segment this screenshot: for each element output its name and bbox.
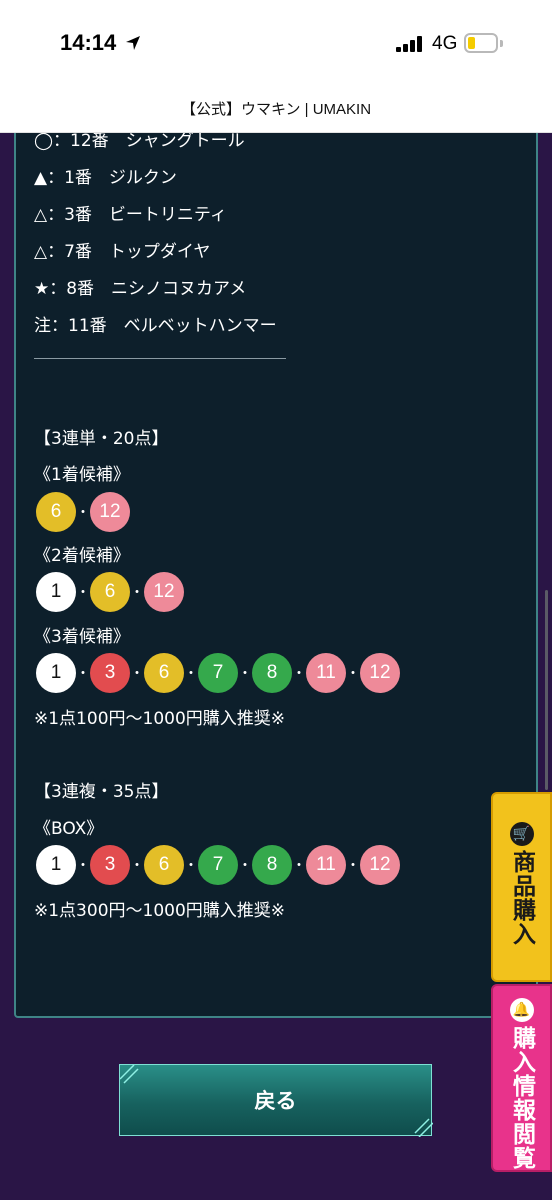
separator-dot: ・	[238, 666, 252, 682]
mark-line: ★：8番 ニシノコヌカアメ	[34, 279, 247, 299]
horse-number-ball: 12	[360, 845, 400, 885]
box-label: 《BOX》	[34, 819, 104, 839]
separator-dot: ・	[346, 858, 360, 874]
back-button[interactable]: 戻る	[119, 1064, 433, 1137]
horse-number-ball: 6	[144, 845, 184, 885]
scrollbar[interactable]	[545, 590, 548, 790]
horse-number-ball: 6	[90, 572, 130, 612]
buy-product-tab[interactable]: 🛒 商品購入	[491, 792, 552, 982]
mark-line: △：3番 ビートリニティ	[34, 205, 227, 225]
horse-number-ball: 3	[90, 845, 130, 885]
separator-dot: ・	[292, 666, 306, 682]
bell-icon: 🔔	[509, 998, 534, 1022]
location-arrow-icon	[126, 36, 140, 50]
network-type: 4G	[432, 33, 458, 54]
third-place-label: 《3着候補》	[34, 627, 130, 647]
mark-line: ▲：1番 ジルクン	[34, 168, 177, 188]
horse-number-ball: 1	[36, 653, 76, 693]
horse-number-ball: 12	[90, 492, 130, 532]
horse-number-ball: 11	[306, 653, 346, 693]
site-title: 【公式】ウマキン | UMAKIN	[180, 101, 372, 118]
trio-note: ※1点300円～1000円購入推奨※	[34, 901, 286, 921]
horse-number-ball: 1	[36, 845, 76, 885]
box-balls: 1 ・ 3 ・ 6 ・ 7 ・ 8 ・ 11 ・ 12	[36, 845, 400, 885]
status-bar: 14:14 4G	[0, 0, 552, 88]
separator-dot: ・	[130, 585, 144, 601]
separator-dot: ・	[76, 505, 90, 521]
mark-line: 注：11番 ベルベットハンマー	[34, 316, 277, 336]
third-place-balls: 1 ・ 3 ・ 6 ・ 7 ・ 8 ・ 11 ・ 12	[36, 653, 400, 693]
separator-dot: ・	[76, 858, 90, 874]
horse-number-ball: 7	[198, 653, 238, 693]
separator-dot: ・	[346, 666, 360, 682]
first-place-balls: 6 ・ 12	[36, 492, 130, 532]
horse-number-ball: 11	[306, 845, 346, 885]
separator-dot: ・	[130, 666, 144, 682]
separator-dot: ・	[292, 858, 306, 874]
buy-product-label: 商品購入	[508, 850, 536, 946]
separator-dot: ・	[76, 666, 90, 682]
trio-header: 【3連複・35点】	[34, 782, 169, 802]
separator-dot: ・	[130, 858, 144, 874]
horse-number-ball: 12	[360, 653, 400, 693]
first-place-label: 《1着候補》	[34, 465, 130, 485]
horse-number-ball: 3	[90, 653, 130, 693]
separator-dot: ・	[238, 858, 252, 874]
cart-icon: 🛒	[509, 822, 534, 846]
separator-dot: ・	[76, 585, 90, 601]
browser-title-bar: 【公式】ウマキン | UMAKIN	[0, 88, 552, 133]
separator-dot: ・	[184, 666, 198, 682]
separator-dot: ・	[184, 858, 198, 874]
battery-tip	[500, 40, 503, 47]
signal-icon	[396, 36, 422, 52]
purchase-info-tab[interactable]: 🔔 購入情報閲覧	[491, 984, 552, 1172]
clock: 14:14	[60, 30, 117, 55]
horse-number-ball: 12	[144, 572, 184, 612]
divider	[34, 358, 286, 359]
horse-number-ball: 6	[144, 653, 184, 693]
horse-number-ball: 7	[198, 845, 238, 885]
horse-number-ball: 8	[252, 653, 292, 693]
battery-icon	[464, 33, 498, 53]
trifecta-note: ※1点100円～1000円購入推奨※	[34, 709, 286, 729]
second-place-balls: 1 ・ 6 ・ 12	[36, 572, 184, 612]
button-decoration	[120, 1065, 433, 1137]
horse-number-ball: 1	[36, 572, 76, 612]
horse-number-ball: 8	[252, 845, 292, 885]
purchase-info-label: 購入情報閲覧	[508, 1026, 536, 1170]
trifecta-header: 【3連単・20点】	[34, 429, 169, 449]
horse-number-ball: 6	[36, 492, 76, 532]
mark-line: △：7番 トップダイヤ	[34, 242, 211, 262]
second-place-label: 《2着候補》	[34, 546, 130, 566]
